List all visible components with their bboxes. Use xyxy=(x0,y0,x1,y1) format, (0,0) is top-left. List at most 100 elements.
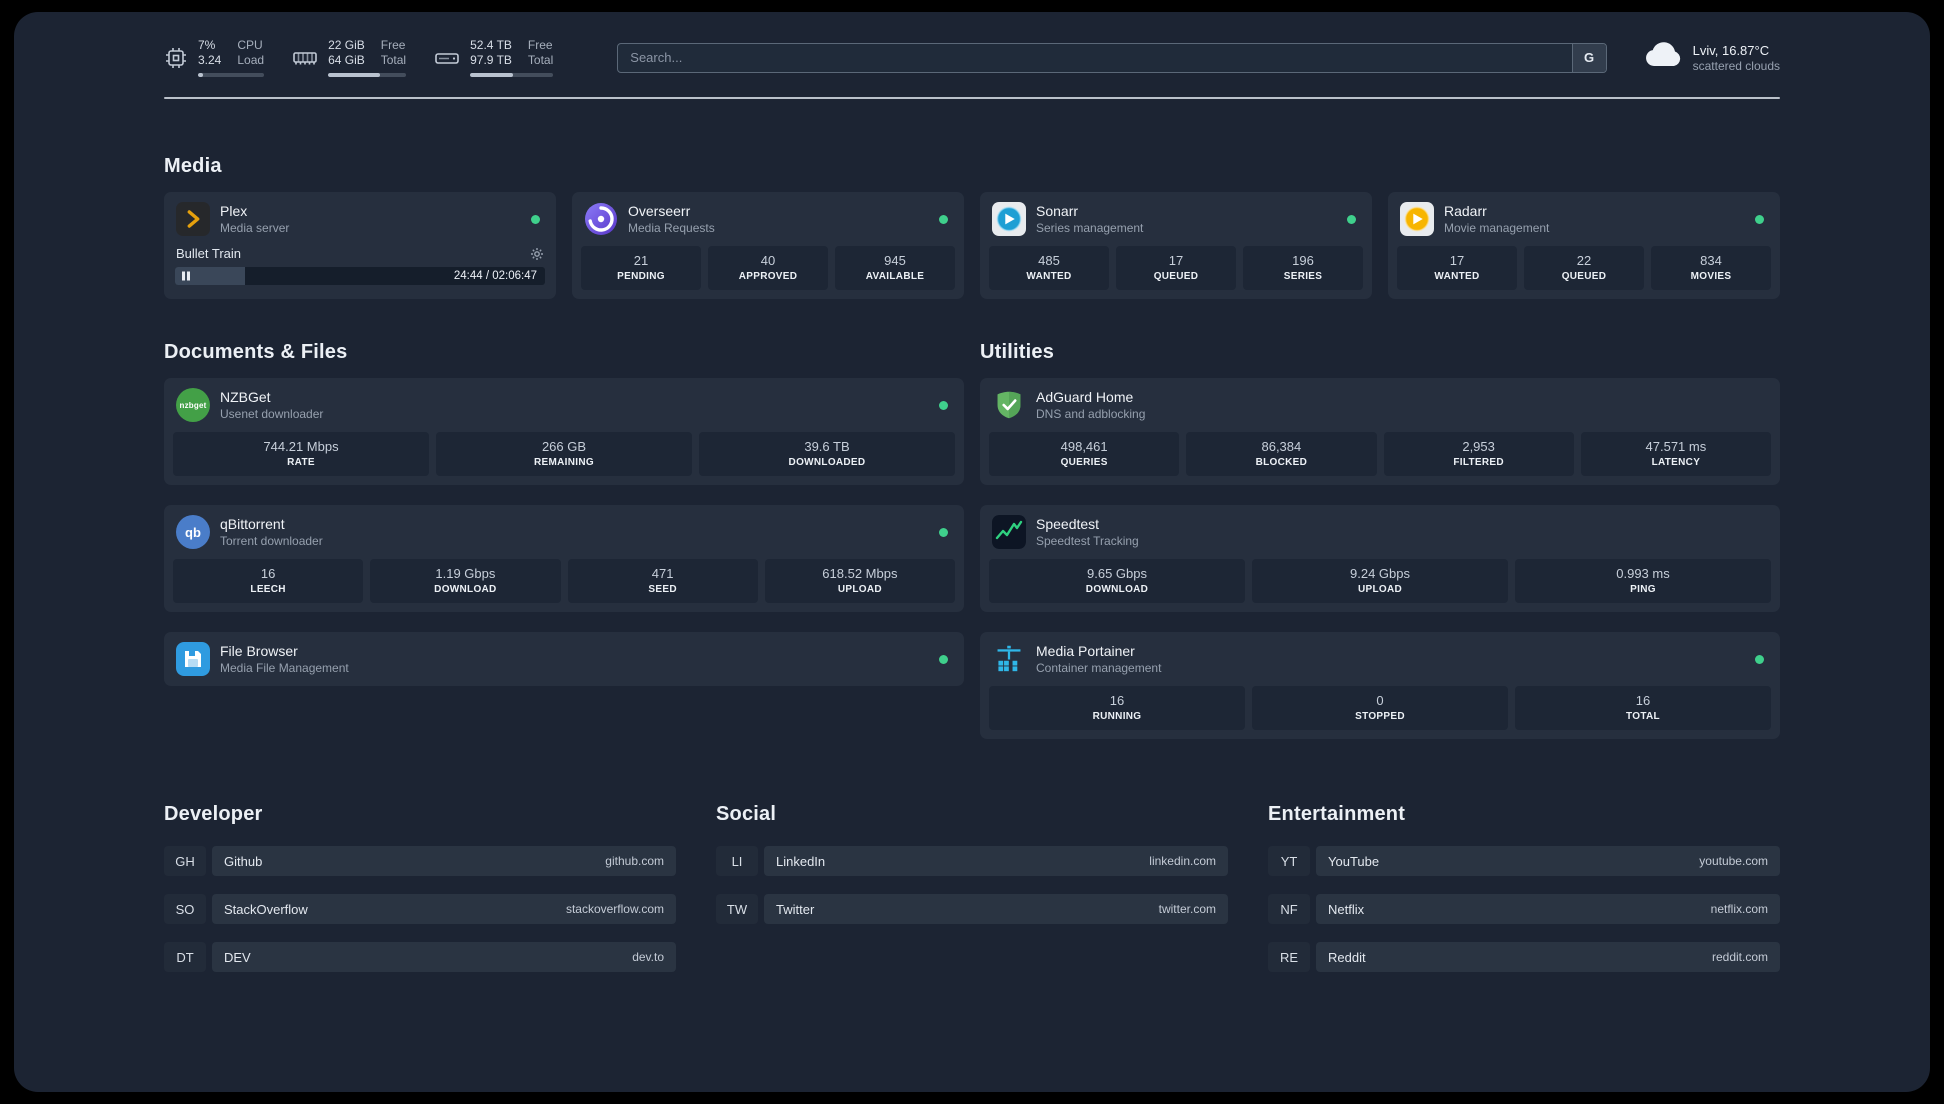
service-name: Media Portainer xyxy=(1036,642,1135,659)
stat-tile: 471 SEED xyxy=(567,559,758,603)
status-dot xyxy=(1347,214,1356,224)
service-card-radarr[interactable]: Radarr Movie management 17 WANTED 22 QUE… xyxy=(1388,192,1780,299)
radarr-icon xyxy=(1400,202,1434,236)
cpu-icon xyxy=(164,46,188,70)
section-title-entertainment: Entertainment xyxy=(1268,803,1406,825)
stat-tile: 16 LEECH xyxy=(173,559,364,603)
service-card-plex[interactable]: Plex Media server Bullet Train 24:44 / 0… xyxy=(164,192,556,299)
service-card-qbittorrent[interactable]: qb qBittorrent Torrent downloader 16 LEE… xyxy=(164,505,964,612)
bookmark-abbr: TW xyxy=(716,894,758,924)
service-description: Speedtest Tracking xyxy=(1036,533,1139,548)
stat-label: LATENCY xyxy=(1651,457,1701,468)
stat-tile: 744.21 Mbps RATE xyxy=(173,432,429,476)
stat-label: AVAILABLE xyxy=(865,271,925,282)
bookmark-url: linkedin.com xyxy=(1149,854,1216,868)
section-documents: Documents & Files nzbget NZBGet Usenet d… xyxy=(164,341,964,686)
section-title-developer: Developer xyxy=(164,803,263,825)
bookmark-url: dev.to xyxy=(632,950,664,964)
stat-value: 22 xyxy=(1576,253,1592,268)
cpu-load-value: 3.24 xyxy=(198,53,222,67)
stat-value: 744.21 Mbps xyxy=(263,439,339,454)
search-provider-button[interactable]: G xyxy=(1571,43,1606,72)
pause-icon[interactable] xyxy=(182,271,190,281)
stat-label: WANTED xyxy=(1026,271,1072,282)
stat-value: 16 xyxy=(1109,693,1125,708)
stat-tile: 0 STOPPED xyxy=(1252,686,1508,730)
service-card-filebrowser[interactable]: File Browser Media File Management xyxy=(164,632,964,686)
disk-progress-bar xyxy=(470,73,554,77)
service-card-speedtest[interactable]: Speedtest Speedtest Tracking 9.65 Gbps D… xyxy=(980,505,1780,612)
bookmark-stackoverflow[interactable]: SO StackOverflow stackoverflow.com xyxy=(164,894,676,924)
service-card-adguard[interactable]: AdGuard Home DNS and adblocking 498,461 … xyxy=(980,378,1780,485)
bookmark-name: Twitter xyxy=(776,901,815,917)
bookmark-url: reddit.com xyxy=(1711,950,1768,964)
service-description: Usenet downloader xyxy=(220,406,324,421)
stat-value: 471 xyxy=(651,566,674,581)
cpu-progress-bar xyxy=(198,73,265,77)
plex-icon xyxy=(176,202,210,236)
weather-widget: Lviv, 16.87°C scattered clouds xyxy=(1643,40,1780,75)
gear-icon[interactable] xyxy=(530,247,544,261)
section-utilities: Utilities AdGuard Home DNS and adblockin… xyxy=(980,341,1780,739)
cpu-label: CPU xyxy=(237,38,263,52)
stat-label: QUERIES xyxy=(1060,457,1108,468)
service-description: Media File Management xyxy=(220,660,349,675)
memory-free-value: 22 GiB xyxy=(328,38,365,52)
disk-widget: 52.4 TB 97.9 TB Free Total xyxy=(434,38,554,77)
search-input[interactable] xyxy=(617,42,1607,73)
bookmark-twitter[interactable]: TW Twitter twitter.com xyxy=(716,894,1228,924)
bookmark-url: github.com xyxy=(605,854,664,868)
section-title-utilities: Utilities xyxy=(980,341,1055,363)
stat-tile: 1.19 Gbps DOWNLOAD xyxy=(370,559,561,603)
stat-label: DOWNLOAD xyxy=(434,584,497,595)
stat-label: DOWNLOADED xyxy=(788,457,866,468)
bookmark-abbr: SO xyxy=(164,894,206,924)
stat-label: RUNNING xyxy=(1092,711,1142,722)
nzbget-icon-text: nzbget xyxy=(179,400,207,410)
stat-value: 17 xyxy=(1168,253,1184,268)
stat-value: 485 xyxy=(1038,253,1060,268)
bookmark-dev[interactable]: DT DEV dev.to xyxy=(164,942,676,972)
weather-location: Lviv, 16.87°C xyxy=(1692,42,1770,58)
stat-tile: 39.6 TB DOWNLOADED xyxy=(699,432,955,476)
playback-time: 24:44 / 02:06:47 xyxy=(453,270,537,282)
service-card-sonarr[interactable]: Sonarr Series management 485 WANTED 17 Q… xyxy=(980,192,1372,299)
service-card-nzbget[interactable]: nzbget NZBGet Usenet downloader 744.21 M… xyxy=(164,378,964,485)
stat-tile: 21 PENDING xyxy=(581,246,701,290)
service-name: qBittorrent xyxy=(220,515,285,532)
status-dot xyxy=(939,527,948,537)
bookmark-linkedin[interactable]: LI LinkedIn linkedin.com xyxy=(716,846,1228,876)
stat-tile: 17 WANTED xyxy=(1397,246,1517,290)
bookmark-reddit[interactable]: RE Reddit reddit.com xyxy=(1268,942,1780,972)
bookmark-name: Reddit xyxy=(1328,949,1366,965)
stat-tile: 16 TOTAL xyxy=(1515,686,1771,730)
service-name: Sonarr xyxy=(1036,202,1079,219)
stat-label: SEED xyxy=(648,584,677,595)
bookmark-abbr: NF xyxy=(1268,894,1310,924)
bookmark-youtube[interactable]: YT YouTube youtube.com xyxy=(1268,846,1780,876)
bookmark-github[interactable]: GH Github github.com xyxy=(164,846,676,876)
stat-tile: 485 WANTED xyxy=(989,246,1109,290)
stat-label: STOPPED xyxy=(1355,711,1405,722)
stat-value: 9.24 Gbps xyxy=(1350,566,1410,581)
memory-free-label: Free xyxy=(380,38,406,52)
service-description: DNS and adblocking xyxy=(1036,406,1146,421)
service-card-portainer[interactable]: Media Portainer Container management 16 … xyxy=(980,632,1780,739)
service-card-overseerr[interactable]: Overseerr Media Requests 21 PENDING 40 A… xyxy=(572,192,964,299)
service-name: Speedtest xyxy=(1036,515,1100,532)
portainer-icon xyxy=(992,642,1026,676)
stat-label: BLOCKED xyxy=(1255,457,1308,468)
bookmark-netflix[interactable]: NF Netflix netflix.com xyxy=(1268,894,1780,924)
stat-label: PENDING xyxy=(617,271,665,282)
stat-label: MOVIES xyxy=(1690,271,1732,282)
stat-value: 16 xyxy=(1635,693,1651,708)
stat-tile: 834 MOVIES xyxy=(1651,246,1771,290)
service-description: Torrent downloader xyxy=(220,533,323,548)
stat-tile: 16 RUNNING xyxy=(989,686,1245,730)
stat-value: 618.52 Mbps xyxy=(822,566,898,581)
nzbget-icon: nzbget xyxy=(176,388,210,422)
stat-value: 196 xyxy=(1292,253,1314,268)
bookmark-abbr: DT xyxy=(164,942,206,972)
stat-label: UPLOAD xyxy=(1357,584,1403,595)
weather-condition: scattered clouds xyxy=(1692,58,1780,73)
